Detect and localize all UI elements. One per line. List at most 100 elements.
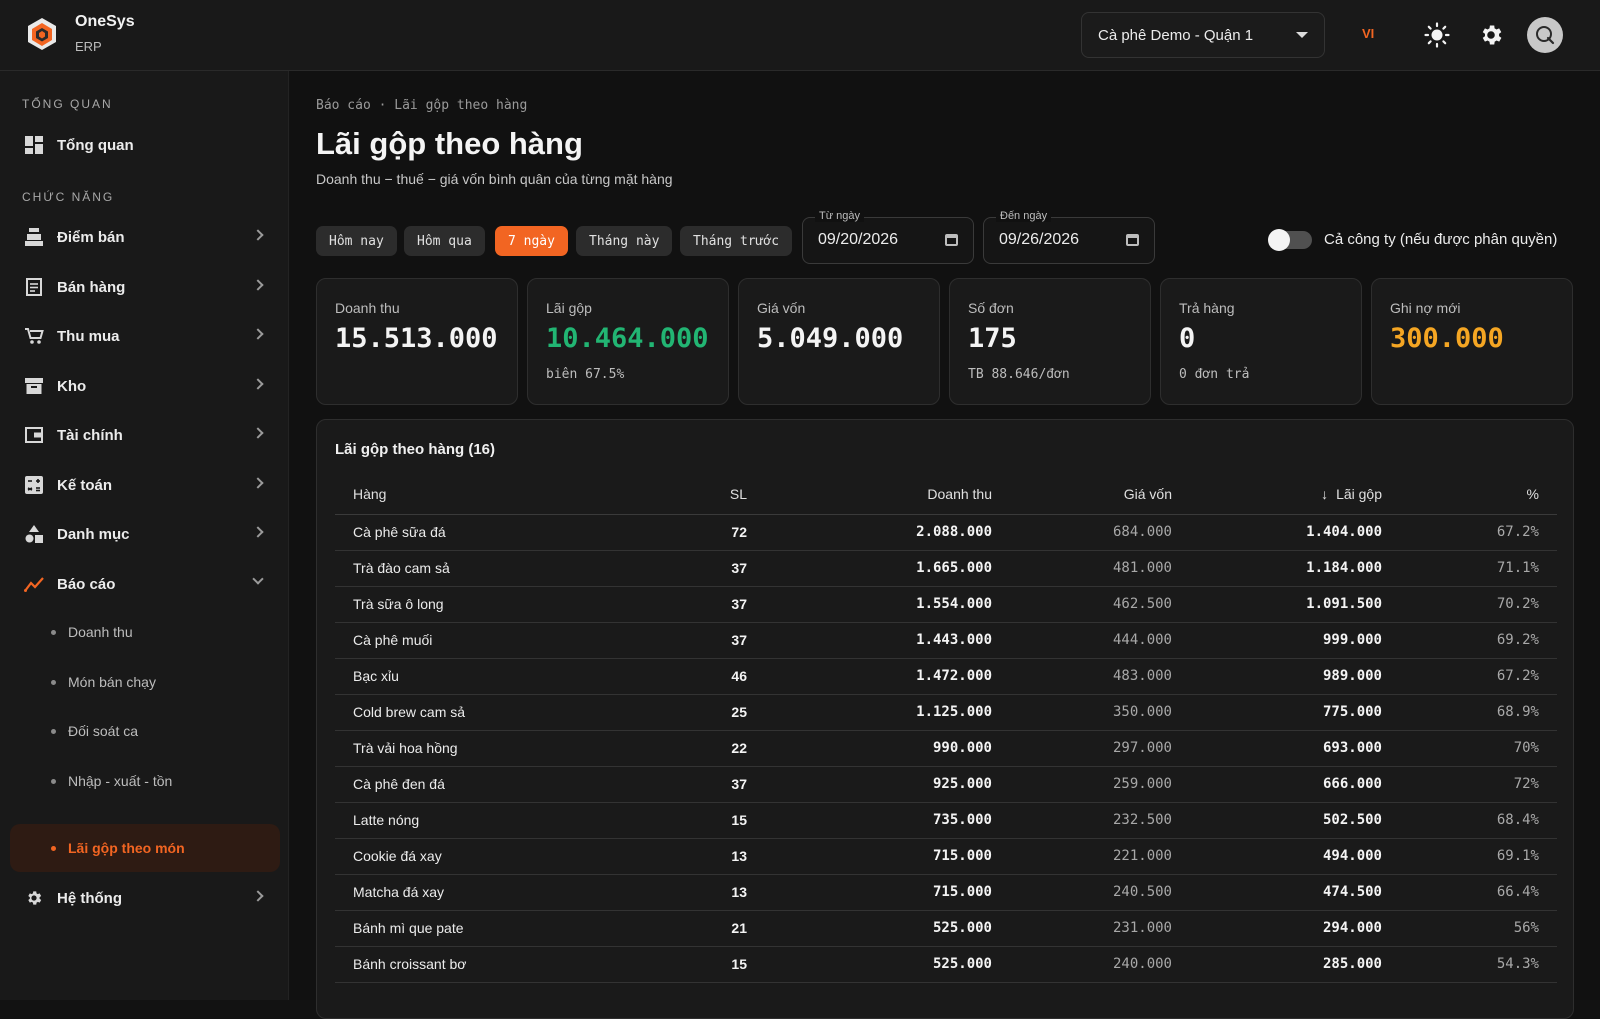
cell-item: Cà phê muối: [335, 622, 665, 659]
cell-cost: 232.500: [1010, 802, 1190, 839]
kpi-label: Số đơn: [968, 300, 1014, 316]
column-header-gross-profit[interactable]: ↓ Lãi gộp: [1190, 474, 1400, 515]
table-row[interactable]: Latte nóng 15 735.000 232.500 502.500 68.4%: [335, 802, 1557, 839]
store-selector[interactable]: Cà phê Demo - Quận 1: [1081, 12, 1325, 58]
receipt-icon: [24, 277, 44, 297]
column-header-qty[interactable]: SL: [665, 474, 765, 515]
sidebar-item-reports[interactable]: Báo cáo: [10, 561, 280, 607]
table-row[interactable]: Cold brew cam sả 25 1.125.000 350.000 775.00…: [335, 694, 1557, 731]
cell-gross-profit: 294.000: [1190, 910, 1400, 947]
sidebar-item-label: Tài chính: [57, 426, 123, 444]
sidebar-item-label: Hệ thống: [57, 889, 122, 907]
kpi-note: 0 đơn trả: [1179, 367, 1250, 382]
sidebar-subitem-label: Món bán chạy: [68, 674, 156, 690]
sun-icon[interactable]: [1420, 18, 1454, 52]
dashboard-icon: [24, 135, 44, 155]
cell-item: Matcha đá xay: [335, 874, 665, 911]
table-row[interactable]: Cà phê sữa đá 72 2.088.000 684.000 1.404.000…: [335, 514, 1557, 551]
company-wide-toggle[interactable]: [1268, 229, 1312, 251]
page-subtitle: Doanh thu − thuế − giá vốn bình quân của…: [316, 171, 673, 187]
cell-gross-profit: 666.000: [1190, 766, 1400, 803]
table-row[interactable]: Cà phê muối 37 1.443.000 444.000 999.000 69.2…: [335, 622, 1557, 659]
kpi-revenue: Doanh thu 15.513.000: [316, 278, 518, 405]
table-row[interactable]: Trà vải hoa hồng 22 990.000 297.000 693.000 7…: [335, 730, 1557, 767]
sidebar-item-warehouse[interactable]: Kho: [10, 363, 280, 409]
cell-qty: 46: [665, 658, 765, 695]
from-date-field[interactable]: Từ ngày 09/20/2026: [802, 210, 974, 264]
table-row[interactable]: Cookie đá xay 13 715.000 221.000 494.000 69.1…: [335, 838, 1557, 875]
column-header-revenue[interactable]: Doanh thu: [765, 474, 1010, 515]
cell-cost: 684.000: [1010, 514, 1190, 551]
sidebar-subitem-gross-profit[interactable]: Lãi gộp theo món: [10, 824, 280, 872]
filter-7-days[interactable]: 7 ngày: [495, 226, 568, 256]
cell-qty: 21: [665, 910, 765, 947]
bullet-dot: [51, 729, 56, 734]
cell-item: Trà sữa ô long: [335, 586, 665, 623]
store-selector-value: Cà phê Demo - Quận 1: [1098, 26, 1254, 44]
sidebar-subitem-inventory[interactable]: Nhập - xuất - tồn: [10, 757, 280, 805]
chevron-right-icon: [252, 279, 264, 291]
sidebar-item-label: Báo cáo: [57, 575, 116, 593]
user-initial-icon: [1536, 26, 1555, 45]
to-date-label: Đến ngày: [996, 210, 1052, 222]
page-title: Lãi gộp theo hàng: [316, 126, 583, 161]
sidebar-item-sales[interactable]: Bán hàng: [10, 264, 280, 310]
column-header-label: Lãi gộp: [1336, 485, 1382, 502]
kpi-note: TB 88.646/đơn: [968, 367, 1070, 382]
sidebar-subitem-shift-reconciliation[interactable]: Đối soát ca: [10, 707, 280, 755]
table-row[interactable]: Cà phê đen đá 37 925.000 259.000 666.000 72%: [335, 766, 1557, 803]
filter-yesterday[interactable]: Hôm qua: [404, 226, 485, 256]
table-row[interactable]: Bạc xỉu 46 1.472.000 483.000 989.000 67.2%: [335, 658, 1557, 695]
filter-this-month[interactable]: Tháng này: [576, 226, 673, 256]
shapes-icon: [24, 524, 44, 544]
sidebar-subitem-best-sellers[interactable]: Món bán chạy: [10, 658, 280, 706]
sidebar-item-label: Kho: [57, 377, 87, 395]
sidebar-subitem-label: Nhập - xuất - tồn: [68, 773, 173, 789]
table-row[interactable]: Bánh croissant bơ 15 525.000 240.000 285.000…: [335, 946, 1557, 983]
avatar[interactable]: [1527, 17, 1563, 53]
cell-cost: 221.000: [1010, 838, 1190, 875]
sidebar-item-system[interactable]: Hệ thống: [10, 875, 280, 921]
chevron-right-icon: [252, 229, 264, 241]
onesys-logo[interactable]: [24, 16, 60, 52]
table-row[interactable]: Matcha đá xay 13 715.000 240.500 474.500 66.4…: [335, 874, 1557, 911]
sidebar-item-accounting[interactable]: Kế toán: [10, 462, 280, 508]
column-header-item[interactable]: Hàng: [335, 474, 665, 515]
cell-qty: 37: [665, 622, 765, 659]
column-header-cost[interactable]: Giá vốn: [1010, 474, 1190, 515]
kpi-value: 175: [968, 323, 1017, 354]
cell-qty: 37: [665, 586, 765, 623]
kpi-value: 15.513.000: [335, 323, 498, 354]
sidebar-item-catalog[interactable]: Danh mục: [10, 511, 280, 557]
to-date-field[interactable]: Đến ngày 09/26/2026: [983, 210, 1155, 264]
sidebar-subitem-revenue[interactable]: Doanh thu: [10, 608, 280, 656]
sidebar-subitem-label: Lãi gộp theo món: [68, 840, 185, 856]
filter-today[interactable]: Hôm nay: [316, 226, 397, 256]
sidebar-item-purchasing[interactable]: Thu mua: [10, 313, 280, 359]
from-date-label: Từ ngày: [815, 210, 864, 222]
language-switch[interactable]: VI: [1362, 26, 1374, 41]
cell-qty: 15: [665, 802, 765, 839]
cell-percent: 68.4%: [1400, 802, 1557, 839]
sidebar-item-finance[interactable]: Tài chính: [10, 412, 280, 458]
table-row[interactable]: Trà sữa ô long 37 1.554.000 462.500 1.091.50…: [335, 586, 1557, 623]
filter-last-month[interactable]: Tháng trước: [680, 226, 793, 256]
cell-percent: 67.2%: [1400, 658, 1557, 695]
table-row[interactable]: Bánh mì que pate 21 525.000 231.000 294.000 5…: [335, 910, 1557, 947]
kpi-value: 300.000: [1390, 323, 1504, 354]
chevron-right-icon: [252, 477, 264, 489]
sidebar-item-pos[interactable]: Điểm bán: [10, 214, 280, 260]
cell-cost: 240.500: [1010, 874, 1190, 911]
column-header-percent[interactable]: %: [1400, 474, 1557, 515]
cell-item: Cà phê sữa đá: [335, 514, 665, 551]
kpi-note: biên 67.5%: [546, 367, 625, 382]
kpi-returns: Trả hàng 0 0 đơn trả: [1160, 278, 1362, 405]
table-row[interactable]: Trà đào cam sả 37 1.665.000 481.000 1.184.00…: [335, 550, 1557, 587]
cell-revenue: 1.472.000: [765, 658, 1010, 695]
cell-percent: 70.2%: [1400, 586, 1557, 623]
cell-revenue: 715.000: [765, 838, 1010, 875]
cell-revenue: 715.000: [765, 874, 1010, 911]
sidebar-item-overview[interactable]: Tổng quan: [10, 122, 280, 168]
cell-gross-profit: 1.184.000: [1190, 550, 1400, 587]
gear-icon[interactable]: [1474, 18, 1508, 52]
